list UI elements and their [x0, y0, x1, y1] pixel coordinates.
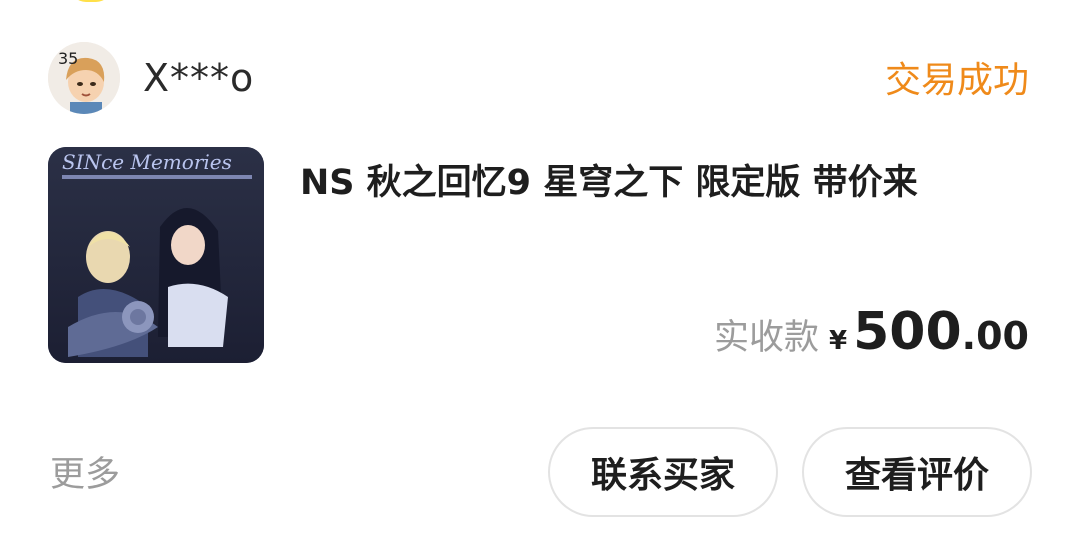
price-decimal: .00: [961, 314, 1029, 358]
avatar-image: 35: [48, 42, 120, 114]
more-button[interactable]: 更多: [50, 450, 120, 500]
seller-name[interactable]: X***o: [143, 52, 254, 104]
view-review-button[interactable]: 查看评价: [802, 427, 1032, 517]
top-decoration: [70, 0, 112, 2]
avatar[interactable]: 35: [48, 42, 120, 114]
product-image[interactable]: SINce Memories: [48, 147, 264, 363]
product-image-title: SINce Memories: [62, 150, 232, 174]
product-title[interactable]: NS 秋之回忆9 星穹之下 限定版 带价来: [300, 158, 918, 208]
price-label: 实收款: [714, 318, 820, 358]
contact-buyer-button[interactable]: 联系买家: [548, 427, 778, 517]
price-currency: ¥: [829, 326, 848, 356]
avatar-badge: 35: [58, 49, 78, 68]
price-row: 实收款 ¥ 500 .00: [714, 302, 1029, 362]
price-integer: 500: [853, 302, 962, 362]
order-status: 交易成功: [884, 60, 1029, 101]
